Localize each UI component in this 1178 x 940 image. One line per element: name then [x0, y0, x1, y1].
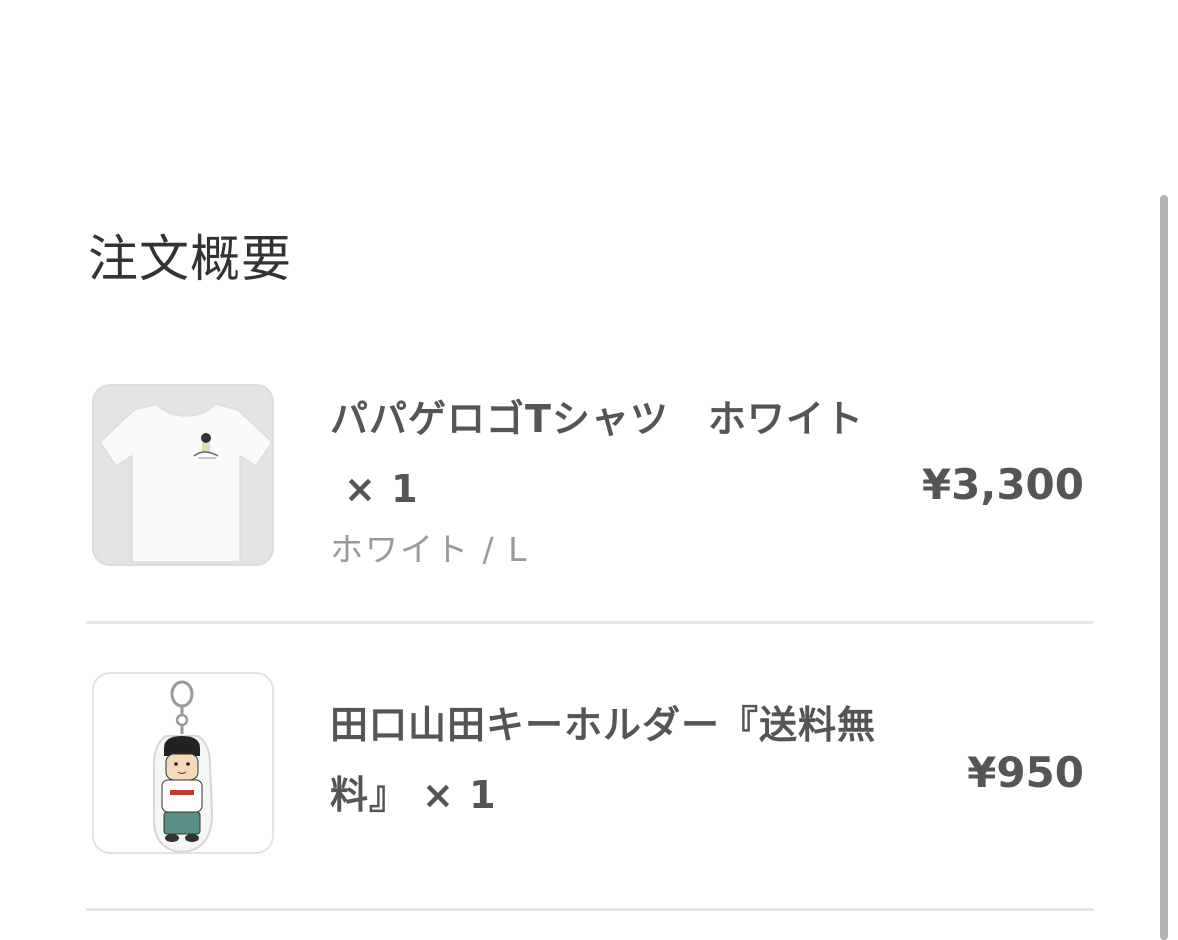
page-title: 注文概要 — [88, 230, 292, 288]
item-quantity: × 1 — [344, 467, 419, 511]
item-price: ¥950 — [967, 748, 1084, 797]
white-tshirt-image — [99, 403, 272, 563]
product-thumbnail — [92, 672, 274, 854]
product-thumbnail — [92, 384, 274, 566]
item-quantity: × 1 — [422, 773, 497, 817]
order-item: パパゲロゴTシャツ ホワイト × 1 ホワイト / L ¥3,300 — [86, 384, 1094, 624]
item-name-text: パパゲロゴTシャツ ホワイト — [330, 397, 864, 441]
item-variant: ホワイト / L — [330, 530, 529, 569]
item-name: 田口山田キーホルダー『送料無料』 × 1 — [330, 690, 890, 830]
divider — [86, 621, 1094, 624]
item-name-text: 田口山田キーホルダー『送料無料』 — [330, 703, 877, 817]
acrylic-keyholder-image — [152, 680, 214, 852]
scrollbar[interactable] — [1160, 195, 1168, 940]
item-price: ¥3,300 — [921, 460, 1084, 509]
divider — [86, 908, 1094, 911]
item-name: パパゲロゴTシャツ ホワイト × 1 — [330, 384, 890, 524]
order-item: 田口山田キーホルダー『送料無料』 × 1 ¥950 — [86, 672, 1094, 912]
